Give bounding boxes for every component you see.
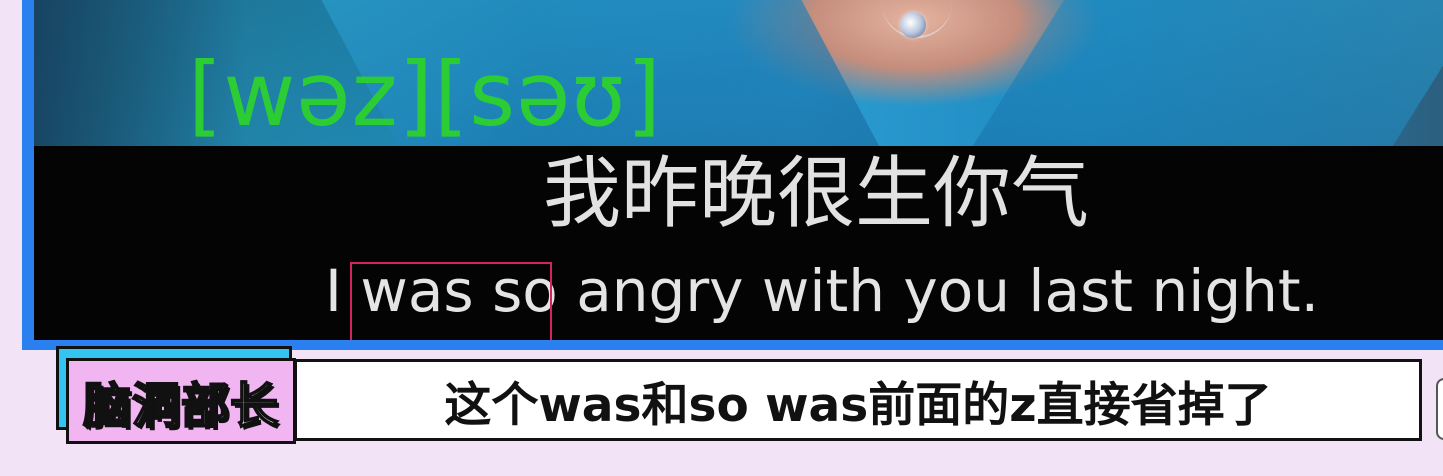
caption-text: 这个was和so was前面的z直接省掉了 [444, 377, 1272, 433]
side-panel-handle[interactable] [1436, 378, 1443, 440]
highlight-was-so [350, 262, 552, 340]
host-tag-label: 脑洞部长 [82, 377, 279, 435]
video-frame: 我昨晚很生你气 I was so angry with you last nig… [22, 0, 1443, 350]
subtitle-chinese: 我昨晚很生你气 [542, 149, 1089, 239]
host-tag: 脑洞部长 [66, 358, 296, 444]
video-scene: 我昨晚很生你气 I was so angry with you last nig… [34, 0, 1443, 340]
caption-box: 这个was和so was前面的z直接省掉了 [294, 359, 1422, 441]
phonetic-transcription: [wəz][səʊ] [188, 43, 662, 146]
necklace-pendant [900, 12, 926, 38]
